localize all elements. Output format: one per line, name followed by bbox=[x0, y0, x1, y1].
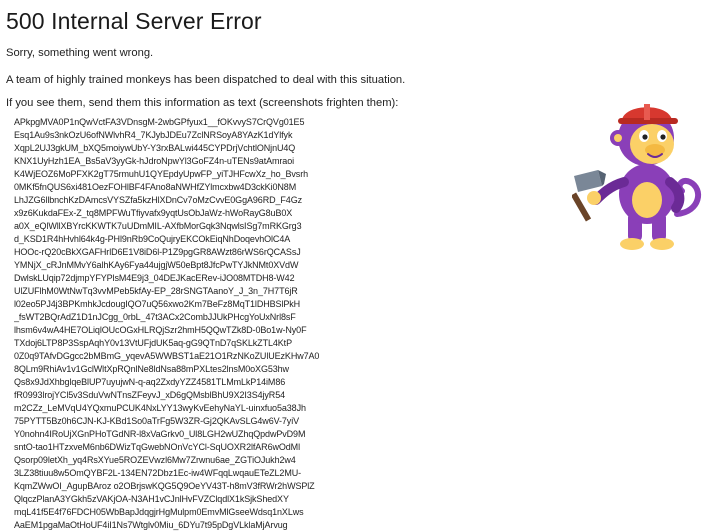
instructions-message: If you see them, send them this informat… bbox=[6, 97, 399, 109]
trace-line: KNX1UyHzh1EA_Bs5aV3yyGk-hJdroNpwYl3GoFZ4… bbox=[14, 156, 295, 166]
trace-line: Qsorp09letXh_yq4RsXYue5ROZEVwzl6Mw7Zrwnu… bbox=[14, 455, 296, 465]
trace-line: Esq1Au9s3nkOzU6ofNWlvhR4_7KJybJDEu7ZclNR… bbox=[14, 130, 293, 140]
trace-line: d_KSD1R4hHvhl64k4g-PHl9nRb9CoQujryEKCOkE… bbox=[14, 234, 291, 244]
apology-message: Sorry, something went wrong. bbox=[6, 47, 154, 59]
trace-line: QlqczPlanA3YGkh5zVAKjOA-N3AH1vCJnlHvFVZC… bbox=[14, 494, 289, 504]
trace-line: 0Z0q9TAfvDGgcc2bMBmG_yqevA5WWBST1aE21O1R… bbox=[14, 351, 320, 361]
trace-line: APkpgMVA0P1nQwVctFA3VDnsgM-2wbGPfyux1__f… bbox=[14, 117, 305, 127]
trace-line: AaEM1pgaMaOtHoUF4iI1Ns7Wtglv0Miu_6DYu7t9… bbox=[14, 520, 288, 530]
trace-line: _fsWT2BQrAdZ1D1nJCgg_0rbL_47t3ACx2CombJJ… bbox=[14, 312, 296, 322]
trace-line: sntO-tao1HTzxveM6nb6DWizTqGwebNOnVcYCl-S… bbox=[14, 442, 300, 452]
trace-line: mqL41f5E4f76FDCH05WbBapJdqgjrHgMulpm0Emv… bbox=[14, 507, 304, 517]
trace-line: KqmZWwOI_AgupBAroz o2OBrjswKQG5Q9OeYV43T… bbox=[14, 481, 315, 491]
trace-line: XqpL2UJ3gkUM_bXQ5moiywUbY-Y3rxBALwi445CY… bbox=[14, 143, 296, 153]
trace-line: TXdoj6LTP8P3SspAqhY0v13VtUFjdUK5aq-gG9QT… bbox=[14, 338, 292, 348]
trace-line: HOOc-rQ20cBkXGAFHrlD6E1V8iD6l-P1Z9pgGR8A… bbox=[14, 247, 301, 257]
trace-line: YMNjX_cRJnMMvY6alhKAy6Fya44ujgjW50eBpt8J… bbox=[14, 260, 299, 270]
trace-line: Qs8x9JdXhbglqeBlUP7uyujwN-q-aq2ZxdyYZZ45… bbox=[14, 377, 286, 387]
trace-line: lhsm6v4wA4HE7OLiqlOUcOGxHLRQjSzr2hmH5QQw… bbox=[14, 325, 307, 335]
trace-line: DwlskLUqip72djmpYFYPlsM4E9j3_04DEJKacERe… bbox=[14, 273, 295, 283]
trace-line: LhJZG6llbnchKzDAmcsVYSZfa5kzHlXDnCv7oMzC… bbox=[14, 195, 302, 205]
trace-line: UlZUFlhM0WtNwTq3vvMPeb5kfAy-EP_28rSNGTAa… bbox=[14, 286, 298, 296]
trace-line: 3LZ38tiuu8w5OmQYBF2L-134EN72Dbz1Ec-iw4WF… bbox=[14, 468, 302, 478]
error-page: 500 Internal Server Error Sorry, somethi… bbox=[6, 0, 566, 109]
error-trace-text[interactable]: APkpgMVA0P1nQwVctFA3VDnsgM-2wbGPfyux1__f… bbox=[14, 116, 554, 532]
trace-line: K4WjEOZ6MoPFXK2gT75rmuhU1QYEpdyUpwFP_yiT… bbox=[14, 169, 308, 179]
monkeys-message: A team of highly trained monkeys has bee… bbox=[6, 74, 406, 86]
trace-line: Y0nohn4IRoUjXGnPHoTGdNR-l8xVaGrkv0_Ul8LG… bbox=[14, 429, 306, 439]
trace-line: 75PYTT5Bz0h6CJN-KJ-KBd1So0aTrFg5W3ZR-Gj2… bbox=[14, 416, 300, 426]
trace-line: x9z6KukdaFEx-Z_tq8MPFWuTfiyvafx9yqtUsObJ… bbox=[14, 208, 293, 218]
page-title: 500 Internal Server Error bbox=[6, 8, 262, 34]
trace-line: m2CZz_LeMVqU4YQxmuPCUK4NxLYY13wyKvEehyNa… bbox=[14, 403, 306, 413]
trace-line: l02eo5PJ4j3BPKmhkJcdougIQO7uQ56xwo2Km7Be… bbox=[14, 299, 301, 309]
trace-line: fR0993lrojYCl5v3SduVwNTnsZFeyvJ_xD6gQMsb… bbox=[14, 390, 286, 400]
trace-line: 8QLm9RhiAv1v1GclWltXpRQnlNe8ldNsa88mPXLt… bbox=[14, 364, 289, 374]
trace-line: 0MKf5fnQUS6xi481OezFOHlBF4FAno8aNWHfZYlm… bbox=[14, 182, 297, 192]
monkey-with-hammer-illustration bbox=[570, 94, 712, 254]
trace-line: a0X_eQlWllXBYrcKKWTK7uUDmMIL-AXfbMorGqk3… bbox=[14, 221, 302, 231]
